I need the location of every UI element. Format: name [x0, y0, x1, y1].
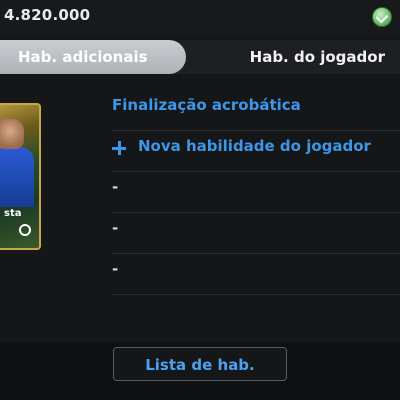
coin-balance: 4.820.000 [4, 6, 91, 24]
tab-bar: Hab. adicionais Hab. do jogador [0, 40, 400, 74]
add-skill-label: Nova habilidade do jogador [138, 137, 371, 155]
skills-list: Finalização acrobática Nova habilidade d… [112, 90, 400, 295]
top-bar: 4.820.000 [0, 0, 400, 36]
efootball-logo-icon [19, 224, 31, 236]
plus-icon [112, 141, 126, 155]
player-skills-screen: 4.820.000 Hab. adicionais Hab. do jogado… [0, 0, 400, 400]
tab-additional-skills[interactable]: Hab. adicionais [0, 40, 186, 74]
tab-player-skills[interactable]: Hab. do jogador [250, 40, 385, 74]
empty-slot-label: - [112, 260, 119, 278]
empty-slot-label: - [112, 219, 119, 237]
skill-slot-empty[interactable]: - [112, 254, 400, 295]
player-card-name: sta [4, 208, 22, 219]
skill-list-button[interactable]: Lista de hab. [113, 347, 287, 381]
gp-coin-icon [372, 7, 392, 27]
skill-slot-equipped[interactable]: Finalização acrobática [112, 90, 400, 131]
skill-slot-empty[interactable]: - [112, 213, 400, 254]
empty-slot-label: - [112, 178, 119, 196]
footer-bar: Lista de hab. [0, 342, 400, 400]
skill-slot-empty[interactable]: - [112, 172, 400, 213]
player-face [0, 119, 24, 149]
add-skill-row[interactable]: Nova habilidade do jogador [112, 131, 400, 172]
player-shirt [0, 147, 34, 207]
skill-name: Finalização acrobática [112, 96, 301, 114]
